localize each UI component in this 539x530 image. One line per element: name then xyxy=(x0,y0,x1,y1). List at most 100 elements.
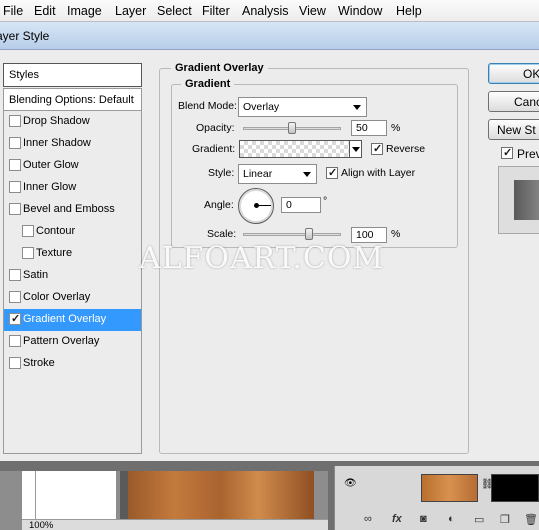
styles-list: Drop Shadow Inner Shadow Outer Glow Inne… xyxy=(3,111,142,454)
scale-percent: % xyxy=(391,228,401,240)
menu-image[interactable]: Image xyxy=(67,4,102,18)
style-value: Linear xyxy=(243,168,273,180)
opacity-label: Opacity: xyxy=(196,122,235,134)
scale-slider-track[interactable] xyxy=(243,233,341,236)
style-item-label: Inner Glow xyxy=(23,181,77,193)
scale-slider-thumb[interactable] xyxy=(304,228,313,240)
menu-file[interactable]: File xyxy=(3,4,23,18)
menu-bar: File Edit Image Layer Select Filter Anal… xyxy=(0,0,539,22)
chevron-down-icon xyxy=(303,172,311,177)
menu-window[interactable]: Window xyxy=(338,4,382,18)
style-item-label: Color Overlay xyxy=(23,291,91,303)
contour-checkbox[interactable] xyxy=(22,225,34,237)
menu-help[interactable]: Help xyxy=(396,4,422,18)
checkmark-icon: ✓ xyxy=(373,143,383,155)
blending-options-label: Blending Options: Default xyxy=(9,94,134,106)
vertical-ruler xyxy=(22,471,36,521)
style-item-color-overlay[interactable]: Color Overlay xyxy=(4,287,141,309)
style-select[interactable]: Linear xyxy=(238,164,317,184)
outer-glow-checkbox[interactable] xyxy=(9,159,21,171)
gradient-overlay-checkbox[interactable]: ✓ xyxy=(9,313,21,325)
ok-button-label: OK xyxy=(523,67,539,81)
style-label: Style: xyxy=(208,167,235,179)
style-item-bevel-and-emboss[interactable]: Bevel and Emboss xyxy=(4,199,141,221)
chevron-down-icon xyxy=(352,147,360,152)
gradient-label: Gradient: xyxy=(192,143,236,155)
new-layer-icon[interactable]: ❐ xyxy=(500,513,510,526)
styles-header-label: Styles xyxy=(9,69,39,81)
satin-checkbox[interactable] xyxy=(9,269,21,281)
color-overlay-checkbox[interactable] xyxy=(9,291,21,303)
dialog-title-bar[interactable]: ayer Style xyxy=(0,22,539,50)
blend-mode-value: Overlay xyxy=(243,101,280,113)
adjustment-icon[interactable]: ◐ xyxy=(448,513,455,525)
new-style-button[interactable]: New St xyxy=(488,119,539,140)
style-item-pattern-overlay[interactable]: Pattern Overlay xyxy=(4,331,141,353)
opacity-slider-thumb[interactable] xyxy=(288,122,296,134)
gradient-picker[interactable] xyxy=(239,140,362,158)
eye-icon[interactable]: 👁 xyxy=(344,478,357,489)
style-item-label: Satin xyxy=(23,269,49,281)
style-item-satin[interactable]: Satin xyxy=(4,265,141,287)
status-bar xyxy=(22,519,328,530)
blend-mode-select[interactable]: Overlay xyxy=(238,97,367,117)
style-item-texture[interactable]: Texture xyxy=(4,243,141,265)
style-item-stroke[interactable]: Stroke xyxy=(4,353,141,375)
layer-thumbnail[interactable] xyxy=(421,474,478,502)
style-item-label: Gradient Overlay xyxy=(23,313,107,325)
gradient-overlay-title: Gradient Overlay xyxy=(171,62,268,74)
texture-checkbox[interactable] xyxy=(22,247,34,259)
style-item-gradient-overlay[interactable]: ✓ Gradient Overlay xyxy=(4,309,141,331)
checkmark-icon: ✓ xyxy=(328,167,338,179)
style-item-label: Pattern Overlay xyxy=(23,335,100,347)
menu-filter[interactable]: Filter xyxy=(202,4,230,18)
checkmark-icon: ✓ xyxy=(503,147,513,159)
menu-select[interactable]: Select xyxy=(157,4,192,18)
menu-edit[interactable]: Edit xyxy=(34,4,56,18)
angle-input[interactable]: 0 xyxy=(281,197,321,213)
drop-shadow-checkbox[interactable] xyxy=(9,115,21,127)
style-item-outer-glow[interactable]: Outer Glow xyxy=(4,155,141,177)
style-item-contour[interactable]: Contour xyxy=(4,221,141,243)
style-item-label: Outer Glow xyxy=(23,159,79,171)
style-item-label: Bevel and Emboss xyxy=(23,203,115,215)
mask-icon[interactable]: ◙ xyxy=(420,513,427,525)
menu-analysis[interactable]: Analysis xyxy=(242,4,289,18)
watermark: ALFOART.COM xyxy=(139,241,385,276)
link-icon[interactable]: ∞ xyxy=(364,513,372,525)
document-canvas xyxy=(36,471,116,521)
inner-glow-checkbox[interactable] xyxy=(9,181,21,193)
reverse-checkbox[interactable]: ✓ xyxy=(371,143,383,155)
folder-icon[interactable]: ▭ xyxy=(474,513,484,526)
gradient-dropdown-button[interactable] xyxy=(349,141,361,157)
style-item-label: Inner Shadow xyxy=(23,137,91,149)
style-item-label: Contour xyxy=(36,225,76,237)
style-item-inner-shadow[interactable]: Inner Shadow xyxy=(4,133,141,155)
preview-checkbox[interactable]: ✓ xyxy=(501,147,513,159)
blending-options-item[interactable]: Blending Options: Default xyxy=(3,88,142,111)
stroke-checkbox[interactable] xyxy=(9,357,21,369)
scale-label: Scale: xyxy=(207,228,237,240)
zoom-level[interactable]: 100% xyxy=(29,520,53,530)
align-with-layer-checkbox[interactable]: ✓ xyxy=(326,167,338,179)
fx-icon[interactable]: fx xyxy=(392,513,402,525)
angle-label: Angle: xyxy=(204,199,234,211)
opacity-percent: % xyxy=(391,122,401,134)
menu-view[interactable]: View xyxy=(299,4,326,18)
opacity-input[interactable]: 50 xyxy=(351,120,387,136)
trash-icon[interactable]: 🗑 xyxy=(524,513,538,526)
menu-layer[interactable]: Layer xyxy=(115,4,146,18)
pattern-overlay-checkbox[interactable] xyxy=(9,335,21,347)
style-item-drop-shadow[interactable]: Drop Shadow xyxy=(4,111,141,133)
ok-button[interactable]: OK xyxy=(488,63,539,84)
styles-header[interactable]: Styles xyxy=(3,63,142,87)
degree-symbol: ° xyxy=(323,195,328,207)
bevel-and-emboss-checkbox[interactable] xyxy=(9,203,21,215)
layer-mask-thumbnail[interactable] xyxy=(491,474,539,502)
preview-label: Prev xyxy=(517,147,539,161)
style-item-inner-glow[interactable]: Inner Glow xyxy=(4,177,141,199)
inner-shadow-checkbox[interactable] xyxy=(9,137,21,149)
cancel-button[interactable]: Canc xyxy=(488,91,539,112)
chevron-down-icon xyxy=(353,105,361,110)
wood-image xyxy=(128,471,314,521)
